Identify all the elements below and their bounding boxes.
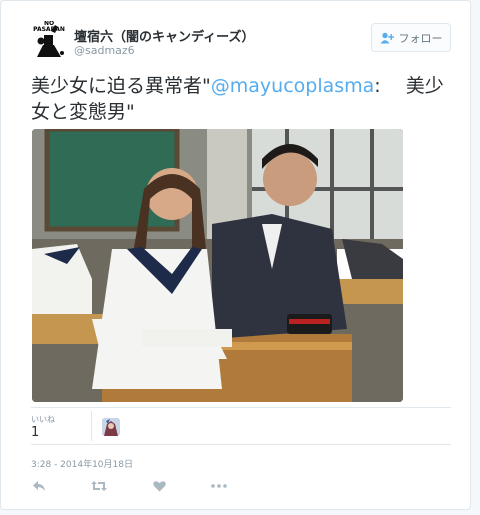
like-icon — [152, 481, 166, 492]
stats-divider — [91, 411, 92, 441]
avatar[interactable]: NO PASARAN — [31, 21, 67, 59]
more-button[interactable] — [211, 479, 227, 493]
raised-fist-icon — [37, 25, 64, 57]
retweet-button[interactable] — [91, 479, 107, 493]
reply-icon — [33, 481, 45, 491]
tweet-text-prefix: 美少女に迫る異常者" — [31, 75, 211, 97]
classroom-photo — [32, 129, 403, 402]
liker-avatar-image — [102, 418, 120, 436]
divider — [31, 444, 451, 445]
like-button[interactable] — [151, 479, 167, 493]
follow-label: フォロー — [398, 31, 443, 45]
mention-link[interactable]: @mayucoplasma — [211, 75, 375, 97]
tweet-text: 美少女に迫る異常者"@mayucoplasma: 美少女と変態男" — [31, 73, 461, 125]
action-bar — [31, 479, 271, 493]
retweet-icon — [91, 481, 107, 491]
likes-count[interactable]: 1 — [31, 425, 39, 440]
tweet-card: NO PASARAN 壇宿六（闇のキャンディーズ） @sadmaz6 フォロー … — [0, 0, 471, 510]
display-name[interactable]: 壇宿六（闇のキャンディーズ） — [74, 26, 254, 45]
screen-name[interactable]: @sadmaz6 — [74, 44, 135, 57]
liker-avatar[interactable] — [102, 418, 120, 436]
person-plus-icon — [380, 32, 394, 43]
timestamp[interactable]: 3:28 - 2014年10月18日 — [31, 457, 133, 470]
reply-button[interactable] — [31, 479, 47, 493]
tweet-photo[interactable] — [32, 129, 403, 402]
follow-button[interactable]: フォロー — [371, 23, 451, 52]
more-icon — [211, 484, 227, 488]
likes-label: いいね — [31, 415, 55, 424]
divider — [31, 407, 451, 408]
